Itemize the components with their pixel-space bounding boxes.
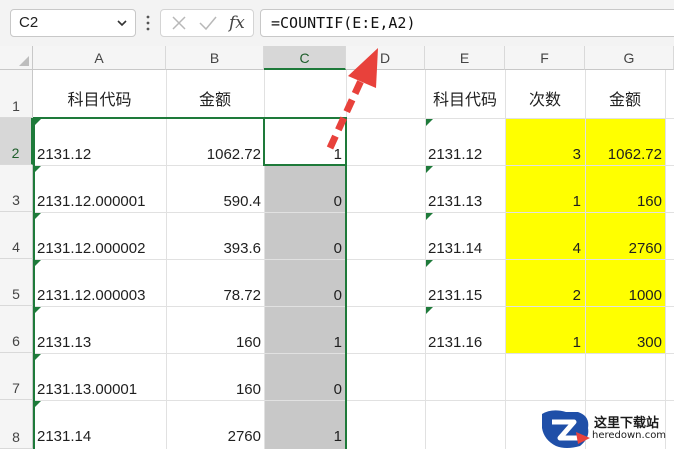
header-amount[interactable]: 金额: [166, 86, 264, 110]
column-header-f[interactable]: F: [505, 46, 585, 70]
column-header-g[interactable]: G: [585, 46, 674, 70]
cell-f6[interactable]: 1: [505, 334, 581, 351]
watermark-title: 这里下载站: [594, 416, 660, 431]
cell-f4[interactable]: 4: [505, 240, 581, 257]
header-amount-right[interactable]: 金额: [585, 86, 665, 110]
number-as-text-indicator: [34, 307, 41, 314]
cell-b8[interactable]: 2760: [166, 428, 261, 445]
column-header-a[interactable]: A: [33, 46, 166, 70]
cell-g3[interactable]: 160: [585, 193, 662, 210]
formula-buttons: fx: [160, 9, 254, 37]
cell-c8[interactable]: 1: [264, 428, 342, 445]
number-as-text-indicator: [426, 166, 433, 173]
row-header-4[interactable]: 4: [0, 212, 33, 259]
cell-c3[interactable]: 0: [264, 193, 342, 210]
watermark-subtitle: heredown.com: [592, 430, 667, 441]
number-as-text-indicator: [34, 260, 41, 267]
row-header-1[interactable]: 1: [0, 70, 33, 118]
cell-a5[interactable]: 2131.12.000003: [37, 287, 145, 304]
cell-e5[interactable]: 2131.15: [428, 287, 482, 304]
header-account-code-right[interactable]: 科目代码: [425, 86, 505, 110]
cell-g4[interactable]: 2760: [585, 240, 662, 257]
column-header-b[interactable]: B: [166, 46, 264, 70]
cell-f3[interactable]: 1: [505, 193, 581, 210]
header-times[interactable]: 次数: [505, 86, 585, 110]
name-box-value: C2: [19, 14, 39, 31]
number-as-text-indicator: [426, 307, 433, 314]
column-header-e[interactable]: E: [425, 46, 505, 70]
cell-a4[interactable]: 2131.12.000002: [37, 240, 145, 257]
cell-e2[interactable]: 2131.12: [428, 146, 482, 163]
enter-check-icon[interactable]: [197, 10, 219, 36]
row-header-6[interactable]: 6: [0, 306, 33, 353]
cell-b3[interactable]: 590.4: [166, 193, 261, 210]
number-as-text-indicator: [34, 354, 41, 361]
cell-g5[interactable]: 1000: [585, 287, 662, 304]
cell-c7[interactable]: 0: [264, 381, 342, 398]
cell-c4[interactable]: 0: [264, 240, 342, 257]
row-header-8[interactable]: 8: [0, 400, 33, 449]
cell-a8[interactable]: 2131.14: [37, 428, 91, 445]
cell-f5[interactable]: 2: [505, 287, 581, 304]
cell-a7[interactable]: 2131.13.00001: [37, 381, 137, 398]
row-header-2[interactable]: 2: [0, 118, 33, 165]
number-as-text-indicator: [34, 401, 41, 408]
number-as-text-indicator: [426, 213, 433, 220]
annotation-arrow: [326, 48, 378, 150]
number-as-text-indicator: [34, 119, 41, 126]
row-header-3[interactable]: 3: [0, 165, 33, 212]
chevron-down-icon[interactable]: [114, 10, 130, 36]
number-as-text-indicator: [34, 213, 41, 220]
more-options-icon[interactable]: [145, 13, 151, 33]
cell-c5[interactable]: 0: [264, 287, 342, 304]
header-account-code[interactable]: 科目代码: [33, 86, 166, 110]
gridline: [33, 259, 674, 260]
name-box[interactable]: C2: [10, 9, 136, 37]
gridline: [33, 306, 674, 307]
gridline: [33, 212, 674, 213]
cell-a6[interactable]: 2131.13: [37, 334, 91, 351]
row-header-7[interactable]: 7: [0, 353, 33, 400]
gridline: [33, 165, 674, 166]
cell-b5[interactable]: 78.72: [166, 287, 261, 304]
cell-c6[interactable]: 1: [264, 334, 342, 351]
cell-e4[interactable]: 2131.14: [428, 240, 482, 257]
insert-function-icon[interactable]: fx: [229, 13, 245, 33]
cell-g6[interactable]: 300: [585, 334, 662, 351]
cell-b4[interactable]: 393.6: [166, 240, 261, 257]
row-header-5[interactable]: 5: [0, 259, 33, 306]
number-as-text-indicator: [34, 166, 41, 173]
number-as-text-indicator: [426, 119, 433, 126]
cell-b2[interactable]: 1062.72: [166, 146, 261, 163]
number-as-text-indicator: [426, 260, 433, 267]
cell-g2[interactable]: 1062.72: [585, 146, 662, 163]
cancel-icon[interactable]: [169, 10, 189, 36]
cell-b7[interactable]: 160: [166, 381, 261, 398]
cell-e3[interactable]: 2131.13: [428, 193, 482, 210]
cell-a2[interactable]: 2131.12: [37, 146, 91, 163]
cell-e6[interactable]: 2131.16: [428, 334, 482, 351]
cell-b6[interactable]: 160: [166, 334, 261, 351]
select-all-corner[interactable]: [0, 46, 33, 70]
gridline: [33, 400, 674, 401]
cell-a3[interactable]: 2131.12.000001: [37, 193, 145, 210]
formula-input[interactable]: =COUNTIF(E:E,A2): [260, 9, 674, 37]
gridline: [33, 353, 674, 354]
cell-f2[interactable]: 3: [505, 146, 581, 163]
